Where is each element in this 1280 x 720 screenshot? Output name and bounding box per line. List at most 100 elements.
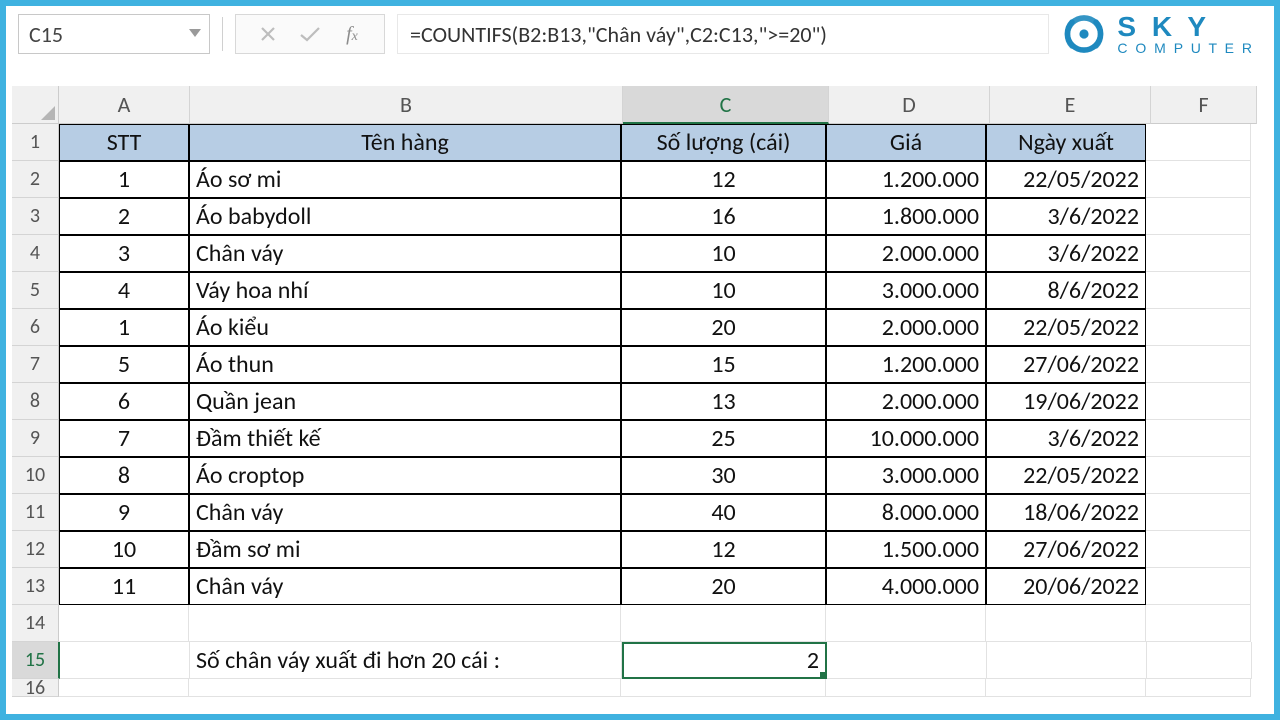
hdr-ngayxuat[interactable]: Ngày xuất bbox=[986, 124, 1146, 161]
cell[interactable] bbox=[60, 642, 190, 679]
row-header[interactable]: 14 bbox=[12, 605, 59, 642]
cell-tenhang[interactable]: Áo babydoll bbox=[189, 198, 621, 235]
cell[interactable] bbox=[1146, 420, 1251, 457]
cell-tenhang[interactable]: Đầm thiết kế bbox=[189, 420, 621, 457]
cell-gia[interactable]: 3.000.000 bbox=[826, 272, 986, 309]
cell-stt[interactable]: 6 bbox=[59, 383, 189, 420]
row-header[interactable]: 15 bbox=[12, 642, 60, 679]
cell[interactable] bbox=[1146, 568, 1251, 605]
row-header[interactable]: 10 bbox=[12, 457, 59, 494]
cell[interactable] bbox=[1146, 124, 1251, 161]
cell[interactable] bbox=[1146, 346, 1251, 383]
cell-soluong[interactable]: 13 bbox=[621, 383, 826, 420]
row-header[interactable]: 1 bbox=[12, 124, 59, 161]
cell[interactable] bbox=[189, 679, 621, 697]
hdr-soluong[interactable]: Số lượng (cái) bbox=[621, 124, 826, 161]
cell[interactable] bbox=[826, 679, 986, 697]
hdr-gia[interactable]: Giá bbox=[826, 124, 986, 161]
cell-tenhang[interactable]: Đầm sơ mi bbox=[189, 531, 621, 568]
cell[interactable] bbox=[1146, 272, 1251, 309]
row-header[interactable]: 9 bbox=[12, 420, 59, 457]
cell[interactable] bbox=[1146, 309, 1251, 346]
row-header[interactable]: 7 bbox=[12, 346, 59, 383]
cell-stt[interactable]: 2 bbox=[59, 198, 189, 235]
row-header[interactable]: 2 bbox=[12, 161, 59, 198]
cell-ngayxuat[interactable]: 3/6/2022 bbox=[986, 198, 1146, 235]
cell-ngayxuat[interactable]: 22/05/2022 bbox=[986, 309, 1146, 346]
cell-gia[interactable]: 1.500.000 bbox=[826, 531, 986, 568]
cell[interactable] bbox=[621, 679, 826, 697]
cell-ngayxuat[interactable]: 20/06/2022 bbox=[986, 568, 1146, 605]
chevron-down-icon[interactable] bbox=[189, 29, 201, 37]
cell-soluong[interactable]: 12 bbox=[621, 161, 826, 198]
cell[interactable] bbox=[1146, 679, 1251, 697]
col-header-E[interactable]: E bbox=[990, 86, 1151, 124]
col-header-B[interactable]: B bbox=[190, 86, 623, 124]
cell[interactable] bbox=[1146, 457, 1251, 494]
cell[interactable] bbox=[1146, 235, 1251, 272]
hdr-stt[interactable]: STT bbox=[59, 124, 189, 161]
col-header-A[interactable]: A bbox=[59, 86, 190, 124]
enter-button[interactable] bbox=[292, 19, 328, 49]
cell[interactable] bbox=[987, 642, 1147, 679]
cell-ngayxuat[interactable]: 27/06/2022 bbox=[986, 531, 1146, 568]
cell[interactable] bbox=[59, 605, 189, 642]
cell[interactable] bbox=[826, 605, 986, 642]
row-header[interactable]: 12 bbox=[12, 531, 59, 568]
cell-tenhang[interactable]: Áo sơ mi bbox=[189, 161, 621, 198]
cell-ngayxuat[interactable]: 3/6/2022 bbox=[986, 420, 1146, 457]
cell-stt[interactable]: 9 bbox=[59, 494, 189, 531]
cell-soluong[interactable]: 20 bbox=[621, 309, 826, 346]
cell-soluong[interactable]: 25 bbox=[621, 420, 826, 457]
cell-soluong[interactable]: 10 bbox=[621, 235, 826, 272]
row-header[interactable]: 4 bbox=[12, 235, 59, 272]
cell-gia[interactable]: 4.000.000 bbox=[826, 568, 986, 605]
cell-stt[interactable]: 11 bbox=[59, 568, 189, 605]
hdr-tenhang[interactable]: Tên hàng bbox=[189, 124, 621, 161]
cell-soluong[interactable]: 15 bbox=[621, 346, 826, 383]
cell-soluong[interactable]: 16 bbox=[621, 198, 826, 235]
cell-gia[interactable]: 1.200.000 bbox=[826, 161, 986, 198]
col-header-D[interactable]: D bbox=[829, 86, 990, 124]
cell-stt[interactable]: 3 bbox=[59, 235, 189, 272]
cell-tenhang[interactable]: Chân váy bbox=[189, 568, 621, 605]
cell[interactable] bbox=[827, 642, 987, 679]
row-header[interactable]: 3 bbox=[12, 198, 59, 235]
cell-ngayxuat[interactable]: 22/05/2022 bbox=[986, 457, 1146, 494]
cell-ngayxuat[interactable]: 18/06/2022 bbox=[986, 494, 1146, 531]
cell-ngayxuat[interactable]: 22/05/2022 bbox=[986, 161, 1146, 198]
cell[interactable] bbox=[59, 679, 189, 697]
row-header[interactable]: 5 bbox=[12, 272, 59, 309]
cell-gia[interactable]: 1.800.000 bbox=[826, 198, 986, 235]
row-header[interactable]: 6 bbox=[12, 309, 59, 346]
cell-tenhang[interactable]: Váy hoa nhí bbox=[189, 272, 621, 309]
cell[interactable] bbox=[189, 605, 621, 642]
cell-gia[interactable]: 2.000.000 bbox=[826, 383, 986, 420]
cell-stt[interactable]: 1 bbox=[59, 309, 189, 346]
cell[interactable] bbox=[1146, 605, 1251, 642]
cell-ngayxuat[interactable]: 8/6/2022 bbox=[986, 272, 1146, 309]
cell-tenhang[interactable]: Áo kiểu bbox=[189, 309, 621, 346]
cell[interactable] bbox=[986, 679, 1146, 697]
formula-input[interactable]: =COUNTIFS(B2:B13,"Chân váy",C2:C13,">=20… bbox=[397, 14, 1049, 54]
cell-stt[interactable]: 7 bbox=[59, 420, 189, 457]
summary-label[interactable]: Số chân váy xuất đi hơn 20 cái : bbox=[190, 642, 622, 679]
cell-gia[interactable]: 8.000.000 bbox=[826, 494, 986, 531]
cell-tenhang[interactable]: Áo croptop bbox=[189, 457, 621, 494]
select-all-corner[interactable] bbox=[12, 86, 59, 124]
cancel-button[interactable] bbox=[250, 19, 286, 49]
summary-value[interactable]: 2 bbox=[622, 642, 827, 679]
cell-stt[interactable]: 10 bbox=[59, 531, 189, 568]
cell-ngayxuat[interactable]: 27/06/2022 bbox=[986, 346, 1146, 383]
cell-stt[interactable]: 5 bbox=[59, 346, 189, 383]
cell-stt[interactable]: 8 bbox=[59, 457, 189, 494]
insert-function-button[interactable]: fx bbox=[334, 19, 370, 49]
col-header-F[interactable]: F bbox=[1151, 86, 1257, 124]
cell-stt[interactable]: 4 bbox=[59, 272, 189, 309]
cell-tenhang[interactable]: Chân váy bbox=[189, 494, 621, 531]
row-header[interactable]: 13 bbox=[12, 568, 59, 605]
cell[interactable] bbox=[1146, 161, 1251, 198]
cell-soluong[interactable]: 12 bbox=[621, 531, 826, 568]
row-header[interactable]: 16 bbox=[12, 679, 59, 697]
cell-gia[interactable]: 10.000.000 bbox=[826, 420, 986, 457]
